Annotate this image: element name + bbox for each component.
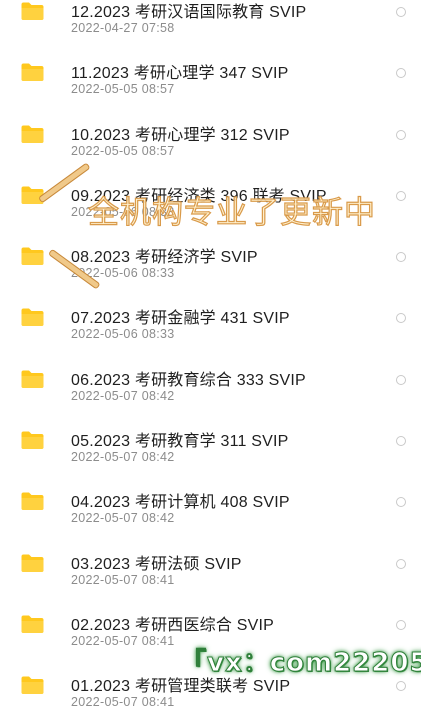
file-modified-date: 2022-05-05 08:57 bbox=[71, 143, 175, 158]
file-list-item[interactable]: 03.2023 考研法硕 SVIP 2022-05-07 08:41 bbox=[0, 529, 421, 590]
file-name: 02.2023 考研西医综合 SVIP bbox=[71, 616, 274, 634]
file-modified-date: 2022-05-07 08:41 bbox=[71, 695, 175, 710]
file-list-item[interactable]: 06.2023 考研教育综合 333 SVIP 2022-05-07 08:42 bbox=[0, 345, 421, 406]
file-name: 07.2023 考研金融学 431 SVIP bbox=[71, 310, 290, 328]
file-modified-date: 2022-05-07 08:41 bbox=[71, 633, 175, 648]
file-name: 12.2023 考研汉语国际教育 SVIP bbox=[71, 4, 307, 21]
folder-icon bbox=[20, 307, 45, 327]
folder-icon bbox=[20, 369, 45, 389]
folder-icon bbox=[20, 62, 45, 82]
file-list-item[interactable]: 10.2023 考研心理学 312 SVIP 2022-05-05 08:57 bbox=[0, 100, 421, 161]
file-modified-date: 2022-05-07 08:42 bbox=[71, 388, 175, 403]
file-name: 06.2023 考研教育综合 333 SVIP bbox=[71, 371, 306, 389]
select-radio-icon[interactable] bbox=[396, 252, 406, 263]
file-list-page: 12.2023 考研汉语国际教育 SVIP 2022-04-27 07:58 11.… bbox=[0, 0, 421, 718]
folder-icon bbox=[20, 1, 45, 21]
select-radio-icon[interactable] bbox=[396, 374, 406, 385]
file-name: 11.2023 考研心理学 347 SVIP bbox=[71, 65, 289, 83]
file-name: 10.2023 考研心理学 312 SVIP bbox=[71, 126, 290, 144]
file-name: 03.2023 考研法硕 SVIP bbox=[71, 555, 242, 573]
watermark-contact: 「vx：com22205 bbox=[180, 648, 421, 679]
file-modified-date: 2022-05-07 08:41 bbox=[71, 572, 175, 587]
select-radio-icon[interactable] bbox=[396, 619, 406, 630]
file-name: 08.2023 考研经济学 SVIP bbox=[71, 249, 258, 267]
file-list-item[interactable]: 05.2023 考研教育学 311 SVIP 2022-05-07 08:42 bbox=[0, 406, 421, 467]
folder-icon bbox=[20, 675, 45, 695]
file-list-item[interactable]: 08.2023 考研经济学 SVIP 2022-05-06 08:33 bbox=[0, 222, 421, 283]
watermark-overlay-text: 全机构专业了更新中 bbox=[87, 195, 376, 231]
file-list-item[interactable]: 04.2023 考研计算机 408 SVIP 2022-05-07 08:42 bbox=[0, 467, 421, 528]
folder-icon bbox=[20, 491, 45, 511]
select-radio-icon[interactable] bbox=[396, 313, 406, 324]
file-modified-date: 2022-05-07 08:42 bbox=[71, 450, 175, 465]
select-radio-icon[interactable] bbox=[396, 190, 406, 201]
select-radio-icon[interactable] bbox=[396, 436, 406, 447]
folder-icon bbox=[20, 124, 45, 144]
folder-icon bbox=[20, 430, 45, 450]
folder-icon bbox=[20, 553, 45, 573]
folder-icon bbox=[20, 614, 45, 634]
select-radio-icon[interactable] bbox=[396, 681, 406, 692]
file-name: 04.2023 考研计算机 408 SVIP bbox=[71, 494, 290, 512]
select-radio-icon[interactable] bbox=[396, 7, 406, 17]
folder-icon bbox=[20, 246, 45, 266]
select-radio-icon[interactable] bbox=[396, 558, 406, 569]
file-name: 05.2023 考研教育学 311 SVIP bbox=[71, 433, 289, 451]
file-modified-date: 2022-05-07 08:42 bbox=[71, 511, 175, 526]
select-radio-icon[interactable] bbox=[396, 129, 406, 140]
file-list: 12.2023 考研汉语国际教育 SVIP 2022-04-27 07:58 11.… bbox=[0, 0, 421, 713]
file-modified-date: 2022-04-27 07:58 bbox=[71, 21, 175, 35]
file-list-item[interactable]: 11.2023 考研心理学 347 SVIP 2022-05-05 08:57 bbox=[0, 38, 421, 99]
file-list-item[interactable]: 07.2023 考研金融学 431 SVIP 2022-05-06 08:33 bbox=[0, 283, 421, 344]
file-modified-date: 2022-05-06 08:33 bbox=[71, 327, 175, 342]
select-radio-icon[interactable] bbox=[396, 68, 406, 79]
file-list-item[interactable]: 12.2023 考研汉语国际教育 SVIP 2022-04-27 07:58 bbox=[0, 0, 421, 38]
file-modified-date: 2022-05-05 08:57 bbox=[71, 82, 175, 97]
select-radio-icon[interactable] bbox=[396, 497, 406, 508]
